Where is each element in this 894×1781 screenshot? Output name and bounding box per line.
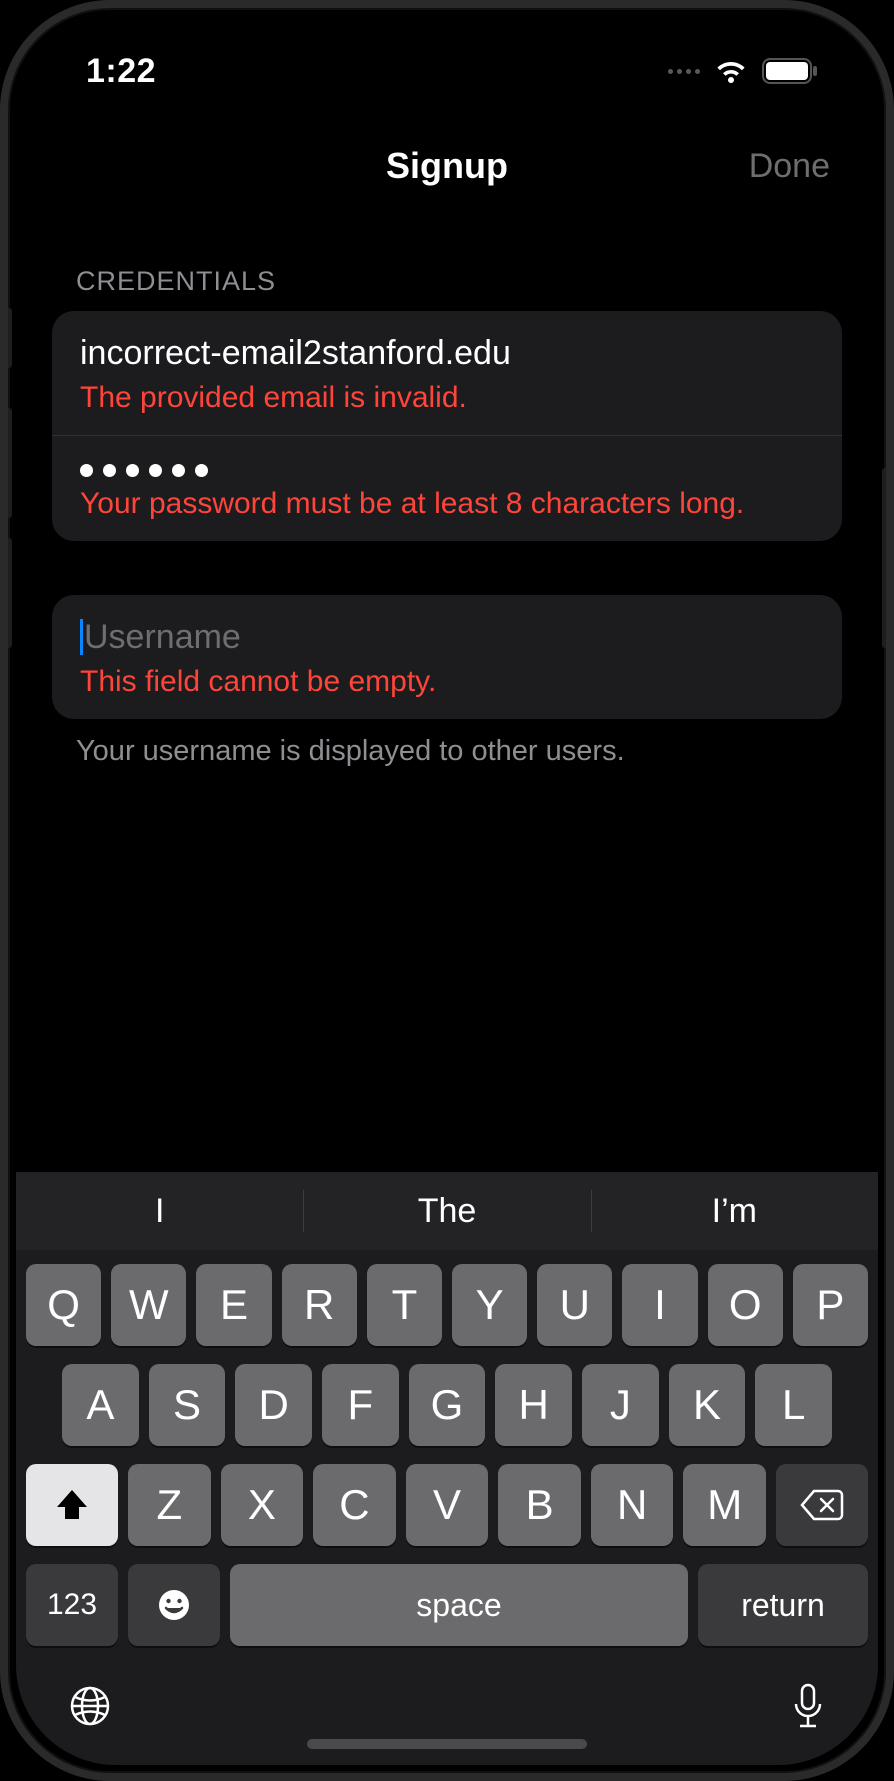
key-c[interactable]: C <box>313 1464 396 1546</box>
key-l[interactable]: L <box>755 1364 832 1446</box>
status-bar: 1:22 <box>16 16 878 126</box>
key-r[interactable]: R <box>282 1264 357 1346</box>
key-y[interactable]: Y <box>452 1264 527 1346</box>
key-e[interactable]: E <box>196 1264 271 1346</box>
username-row[interactable]: Username This field cannot be empty. <box>52 595 842 719</box>
key-o[interactable]: O <box>708 1264 783 1346</box>
cellular-dots-icon <box>668 69 700 74</box>
done-button[interactable]: Done <box>749 147 830 186</box>
key-t[interactable]: T <box>367 1264 442 1346</box>
keyboard-row-2: ASDFGHJKL <box>26 1364 868 1446</box>
numbers-key[interactable]: 123 <box>26 1564 118 1646</box>
key-m[interactable]: M <box>683 1464 766 1546</box>
key-a[interactable]: A <box>62 1364 139 1446</box>
emoji-key[interactable] <box>128 1564 220 1646</box>
suggestion-3[interactable]: I’m <box>591 1172 878 1250</box>
emoji-icon <box>156 1587 192 1623</box>
key-u[interactable]: U <box>537 1264 612 1346</box>
keyboard-row-3: ZXCVBNM <box>26 1464 868 1546</box>
credentials-section-header: CREDENTIALS <box>76 266 842 297</box>
credentials-group: incorrect-email2stanford.edu The provide… <box>52 311 842 541</box>
battery-icon <box>762 58 818 84</box>
email-error: The provided email is invalid. <box>80 381 814 415</box>
nav-bar: Signup Done <box>16 126 878 206</box>
password-field[interactable] <box>80 458 814 479</box>
username-footer: Your username is displayed to other user… <box>76 735 842 768</box>
return-key[interactable]: return <box>698 1564 868 1646</box>
key-s[interactable]: S <box>149 1364 226 1446</box>
side-button <box>6 308 12 368</box>
suggestion-1[interactable]: I <box>16 1172 303 1250</box>
keyboard-row-1: QWERTYUIOP <box>26 1264 868 1346</box>
keyboard: I The I’m QWERTYUIOP ASDFGHJKL ZXCVBNM <box>16 1172 878 1765</box>
key-z[interactable]: Z <box>128 1464 211 1546</box>
power-button <box>882 468 888 648</box>
key-v[interactable]: V <box>406 1464 489 1546</box>
backspace-key[interactable] <box>776 1464 868 1546</box>
keyboard-row-4: 123 space return <box>26 1564 868 1646</box>
space-key[interactable]: space <box>230 1564 688 1646</box>
key-d[interactable]: D <box>235 1364 312 1446</box>
mic-icon <box>790 1682 826 1730</box>
backspace-icon <box>800 1489 844 1521</box>
status-right <box>668 58 818 84</box>
key-n[interactable]: N <box>591 1464 674 1546</box>
shift-key[interactable] <box>26 1464 118 1546</box>
password-error: Your password must be at least 8 charact… <box>80 487 814 521</box>
username-field[interactable]: Username <box>80 617 814 657</box>
key-g[interactable]: G <box>409 1364 486 1446</box>
key-i[interactable]: I <box>622 1264 697 1346</box>
username-group: Username This field cannot be empty. <box>52 595 842 719</box>
password-row[interactable]: Your password must be at least 8 charact… <box>52 435 842 541</box>
key-k[interactable]: K <box>669 1364 746 1446</box>
status-time: 1:22 <box>86 52 156 91</box>
screen: 1:22 <box>16 16 878 1765</box>
key-b[interactable]: B <box>498 1464 581 1546</box>
key-q[interactable]: Q <box>26 1264 101 1346</box>
home-indicator[interactable] <box>307 1739 587 1749</box>
key-p[interactable]: P <box>793 1264 868 1346</box>
key-f[interactable]: F <box>322 1364 399 1446</box>
suggestion-2[interactable]: The <box>303 1172 590 1250</box>
device-frame: 1:22 <box>0 0 894 1781</box>
globe-key[interactable] <box>68 1684 112 1733</box>
wifi-icon <box>714 59 748 83</box>
text-caret <box>80 619 83 655</box>
key-j[interactable]: J <box>582 1364 659 1446</box>
keyboard-bottom <box>16 1664 878 1735</box>
keyboard-suggestions: I The I’m <box>16 1172 878 1250</box>
key-w[interactable]: W <box>111 1264 186 1346</box>
key-x[interactable]: X <box>221 1464 304 1546</box>
email-field[interactable]: incorrect-email2stanford.edu <box>80 333 814 373</box>
volume-down-button <box>6 538 12 648</box>
dictation-key[interactable] <box>790 1682 826 1735</box>
username-placeholder: Username <box>84 617 241 657</box>
shift-icon <box>54 1488 90 1522</box>
volume-up-button <box>6 408 12 518</box>
form-content: CREDENTIALS incorrect-email2stanford.edu… <box>16 206 878 1172</box>
page-title: Signup <box>386 145 508 187</box>
email-row[interactable]: incorrect-email2stanford.edu The provide… <box>52 311 842 435</box>
globe-icon <box>68 1684 112 1728</box>
username-error: This field cannot be empty. <box>80 665 814 699</box>
key-h[interactable]: H <box>495 1364 572 1446</box>
